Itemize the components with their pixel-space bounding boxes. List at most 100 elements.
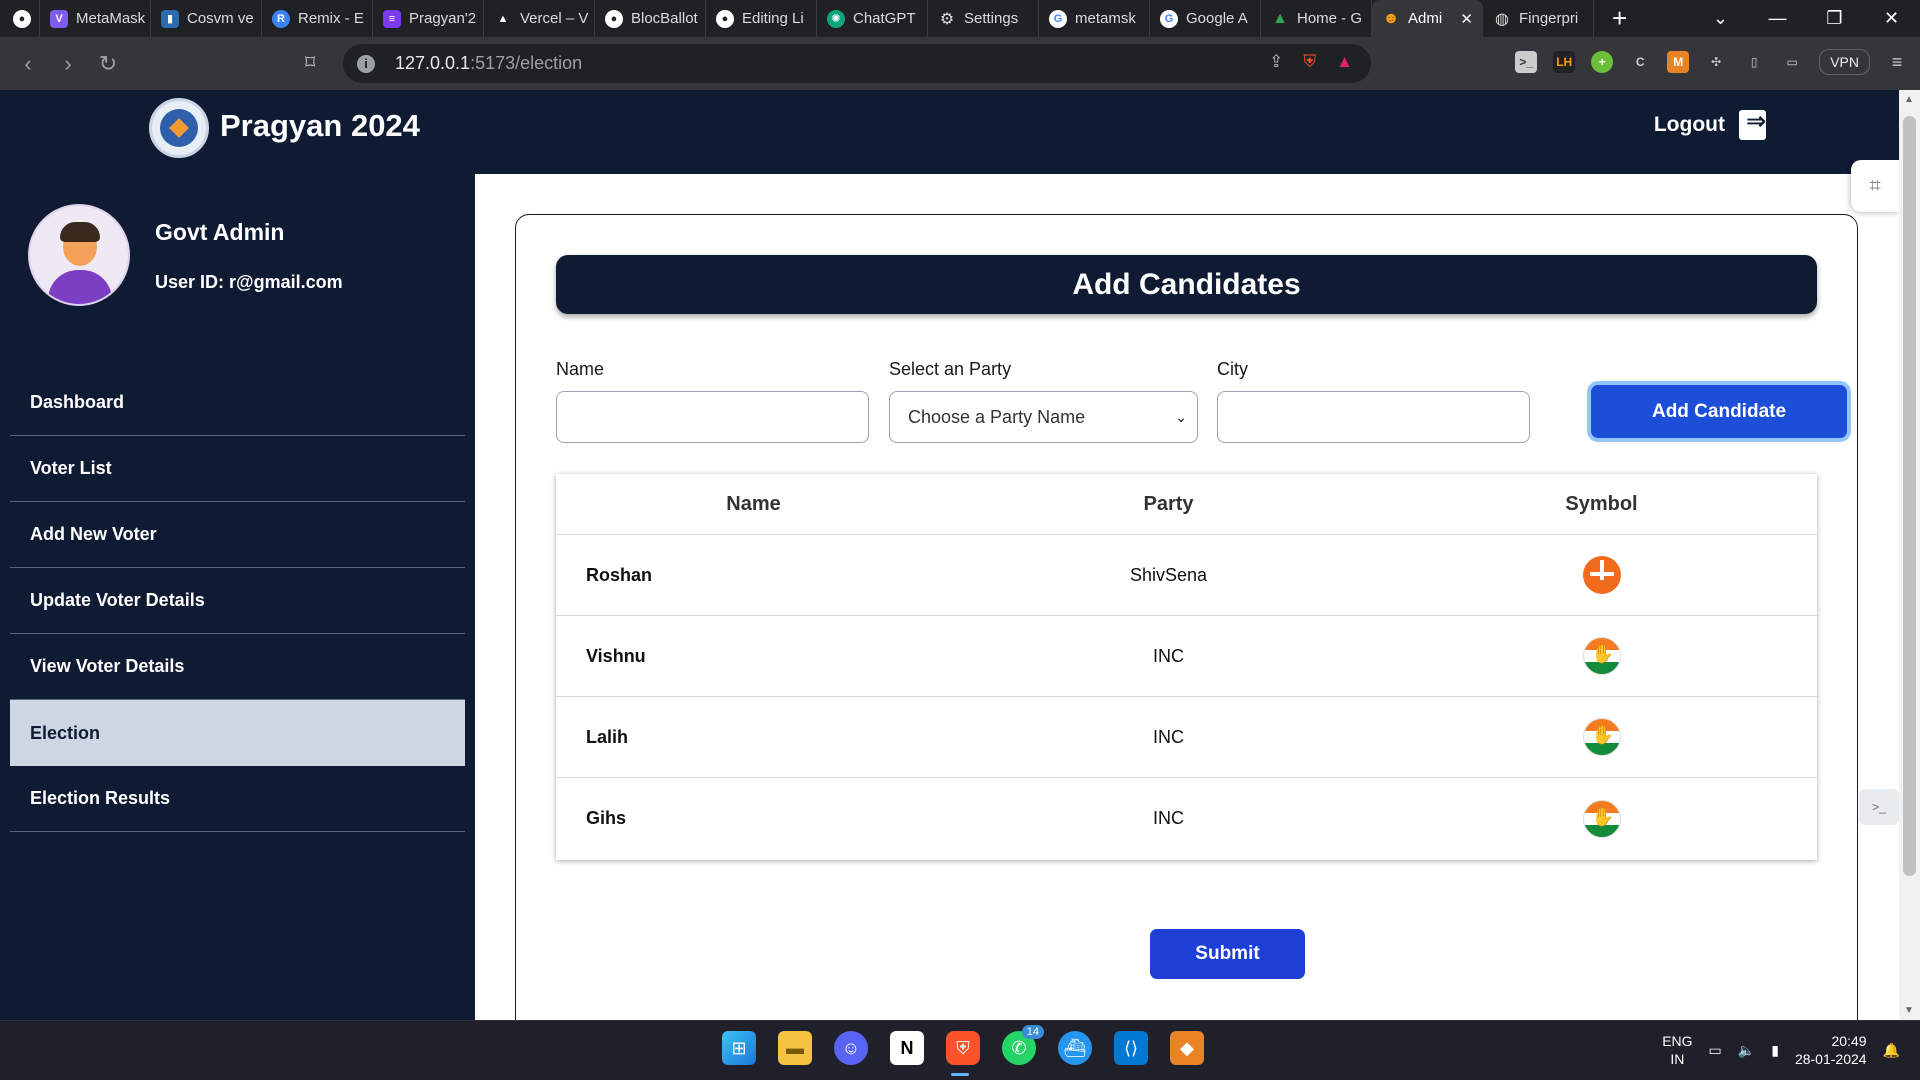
close-tab-icon[interactable]: ✕ <box>1460 10 1473 28</box>
header-symbol: Symbol <box>1565 492 1638 515</box>
name-input[interactable] <box>556 391 869 443</box>
share-icon[interactable]: ⇪ <box>1269 52 1283 72</box>
extension-terminal-icon[interactable]: >_ <box>1515 51 1538 73</box>
candidate-party: INC <box>1153 808 1184 828</box>
address-bar[interactable]: i 127.0.0.1:5173/election ⇪ ⛨ ▲ <box>343 44 1371 83</box>
drive-icon: ▲ <box>1272 9 1288 27</box>
battery-icon[interactable]: ▮ <box>1771 1042 1779 1059</box>
whatsapp-icon[interactable]: ✆ 14 <box>1002 1025 1044 1065</box>
wallet-icon[interactable]: ▭ <box>1781 51 1803 73</box>
tab-remix[interactable]: R Remix - E <box>262 0 373 37</box>
notification-bell-icon[interactable]: 🔔 <box>1883 1042 1900 1059</box>
windows-start-icon[interactable]: ⊞ <box>722 1031 756 1065</box>
party-select[interactable]: Choose a Party Name ⌄ <box>889 391 1198 443</box>
active-app-indicator <box>951 1073 969 1076</box>
candidate-name: Lalih <box>586 726 629 747</box>
app-header: Pragyan 2024 Logout <box>0 90 1899 174</box>
table-row: Roshan ShivSena <box>556 535 1817 616</box>
sidebar-item-add-new-voter[interactable]: Add New Voter <box>10 502 465 568</box>
scroll-down-icon[interactable]: ▼ <box>1904 1005 1914 1016</box>
sidebar-item-view-voter-details[interactable]: View Voter Details <box>10 634 465 700</box>
back-icon[interactable]: ‹ <box>8 51 48 77</box>
reload-icon[interactable]: ↻ <box>88 51 128 77</box>
scroll-up-icon[interactable]: ▲ <box>1904 94 1914 105</box>
discord-icon[interactable]: ☺ <box>834 1031 868 1065</box>
tab-settings[interactable]: ⚙ Settings <box>928 0 1039 37</box>
site-info-icon[interactable]: i <box>357 54 375 73</box>
logout-icon <box>1739 107 1766 140</box>
tab-github[interactable]: ● <box>0 0 40 37</box>
tab-google-a[interactable]: G Google A <box>1150 0 1261 37</box>
google-icon: G <box>1160 9 1178 28</box>
forward-icon[interactable]: › <box>48 51 88 77</box>
language-indicator[interactable]: ENG IN <box>1662 1032 1692 1068</box>
shivsena-symbol-icon <box>1582 556 1621 594</box>
brave-icon[interactable]: ⛨ <box>946 1031 980 1065</box>
name-label: Name <box>556 359 605 379</box>
logout-button[interactable]: Logout <box>1654 107 1766 140</box>
extension-plus-icon[interactable]: + <box>1591 51 1614 73</box>
tab-pragyan[interactable]: ≡ Pragyan'2 <box>373 0 484 37</box>
add-candidate-button[interactable]: Add Candidate <box>1591 385 1847 438</box>
city-label: City <box>1217 359 1248 379</box>
omnibox-actions: ⇪ ⛨ ▲ <box>1269 52 1353 72</box>
bookmark-icon[interactable]: ⌑ <box>305 50 315 75</box>
scrollbar-thumb[interactable] <box>1903 116 1916 876</box>
extensions-puzzle-icon[interactable]: ✣ <box>1705 51 1727 73</box>
table-header: Name Party Symbol <box>556 474 1817 535</box>
sidebar-item-election[interactable]: Election <box>10 700 465 766</box>
github-icon: ● <box>13 9 31 28</box>
tab-admin[interactable]: ☻ Admi ✕ <box>1372 0 1483 37</box>
github-icon: ● <box>605 9 623 28</box>
emblem-logo <box>149 98 209 158</box>
terminal-widget-icon[interactable]: >_ <box>1859 789 1899 825</box>
tab-home-drive[interactable]: ▲ Home - G <box>1261 0 1372 37</box>
taskbar-apps: ⊞ ▬ ☺ N ⛨ ✆ 14 ⛴ ⟨⟩ ◆ <box>722 1025 1204 1065</box>
file-explorer-icon[interactable]: ▬ <box>778 1031 812 1065</box>
vscode-icon[interactable]: ⟨⟩ <box>1114 1031 1148 1065</box>
main-content: Add Candidates Name Select an Party Choo… <box>475 174 1899 1054</box>
header-name: Name <box>726 492 781 515</box>
new-tab-button[interactable]: + <box>1594 3 1645 34</box>
notion-icon[interactable]: N <box>890 1031 924 1065</box>
tab-metamsk-search[interactable]: Gmetamsk <box>1039 0 1150 37</box>
tab-vercel[interactable]: ▲ Vercel – V <box>484 0 595 37</box>
maximize-icon[interactable]: ❐ <box>1806 8 1863 29</box>
extension-lh-icon[interactable]: LH <box>1553 51 1576 73</box>
sidebar-item-voter-list[interactable]: Voter List <box>10 436 465 502</box>
menu-icon[interactable]: ≡ <box>1886 51 1908 73</box>
extension-c-icon[interactable]: C <box>1629 51 1651 73</box>
sidebar-item-update-voter-details[interactable]: Update Voter Details <box>10 568 465 634</box>
brave-rewards-icon[interactable]: ▲ <box>1336 52 1353 72</box>
vpn-button[interactable]: VPN <box>1819 49 1870 75</box>
tab-editing[interactable]: ● Editing Li <box>706 0 817 37</box>
candidate-name: Gihs <box>586 808 627 828</box>
tab-fingerprint[interactable]: ◍ Fingerpri <box>1483 0 1594 37</box>
tab-chatgpt[interactable]: ✺ ChatGPT <box>817 0 928 37</box>
network-icon[interactable]: ▭ <box>1709 1042 1722 1059</box>
inc-symbol-icon <box>1582 799 1621 838</box>
page-scrollbar[interactable]: ▲ ▼ <box>1899 90 1920 1020</box>
sidebar-item-election-results[interactable]: Election Results <box>10 766 465 832</box>
slides-icon: ≡ <box>383 9 401 28</box>
vercel-icon: ▲ <box>497 12 509 25</box>
minimize-icon[interactable]: — <box>1749 8 1806 29</box>
sidebar-item-dashboard[interactable]: Dashboard <box>10 370 465 436</box>
city-input[interactable] <box>1217 391 1530 443</box>
floating-widget-icon[interactable]: ⌗ <box>1851 160 1899 212</box>
extensions-area: >_ LH + C M ✣ ▯ ▭ VPN ≡ <box>1515 49 1908 75</box>
volume-icon[interactable]: 🔈 <box>1738 1042 1755 1059</box>
sidebar-toggle-icon[interactable]: ▯ <box>1743 51 1765 73</box>
docker-icon[interactable]: ⛴ <box>1058 1031 1092 1065</box>
submit-button[interactable]: Submit <box>1150 929 1305 979</box>
tab-search-icon[interactable]: ⌄ <box>1692 8 1749 29</box>
tab-cosvm[interactable]: ▮ Cosvm ve <box>151 0 262 37</box>
tab-metamask[interactable]: V MetaMask <box>40 0 151 37</box>
extension-metamask-icon[interactable]: M <box>1667 51 1690 73</box>
tab-blocballot[interactable]: ● BlocBallot <box>595 0 706 37</box>
close-window-icon[interactable]: ✕ <box>1863 8 1920 29</box>
clock[interactable]: 20:49 28-01-2024 <box>1795 1032 1867 1068</box>
party-label: Select an Party <box>889 359 1012 379</box>
metamask-icon[interactable]: ◆ <box>1170 1031 1204 1065</box>
brave-shields-icon[interactable]: ⛨ <box>1303 52 1316 72</box>
